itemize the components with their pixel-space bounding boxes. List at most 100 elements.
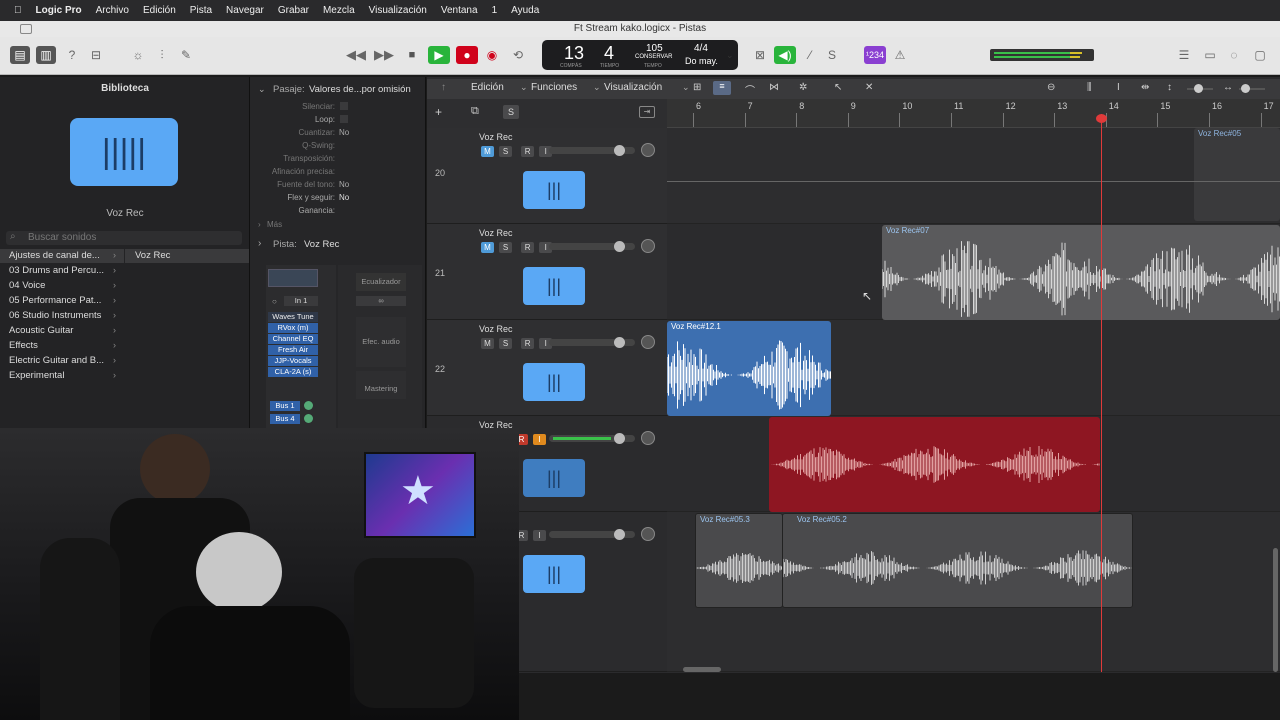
menu-view[interactable]: Visualización	[604, 82, 662, 93]
audio-region[interactable]: Voz Rec#12.1	[667, 321, 831, 416]
menu-edit[interactable]: Edición	[471, 82, 504, 93]
vertical-zoom-icon[interactable]: I	[1117, 82, 1120, 93]
input-format-icon[interactable]: ○	[272, 297, 277, 306]
mastering-slot[interactable]: Mastering	[356, 371, 406, 399]
pan-knob[interactable]	[641, 143, 655, 157]
menu-grabar[interactable]: Grabar	[278, 5, 309, 16]
tuner-icon[interactable]: ⁄	[800, 46, 820, 64]
toolbar-icon[interactable]: ⊟	[86, 46, 106, 64]
link-icon[interactable]: ∞	[356, 296, 406, 306]
solo-icon[interactable]: S	[822, 46, 842, 64]
record-icon[interactable]: ●	[456, 46, 478, 64]
plugin-slot[interactable]: Waves Tune	[268, 312, 318, 322]
global-solo-icon[interactable]: S	[503, 105, 519, 119]
track-icon[interactable]: |||	[523, 459, 585, 497]
track-lane[interactable]	[667, 128, 1280, 224]
track-name[interactable]: Voz Rec	[479, 228, 513, 238]
plugin-slot[interactable]: Channel EQ	[268, 334, 318, 344]
input-monitor-button[interactable]: I	[533, 434, 547, 445]
library-category[interactable]: 05 Performance Pat...	[9, 295, 101, 306]
menu-mezcla[interactable]: Mezcla	[323, 5, 355, 16]
more-chevron-icon[interactable]: ›	[258, 220, 261, 229]
send-knob[interactable]	[304, 414, 313, 423]
plugin-slot[interactable]: JJP-Vocals	[268, 356, 318, 366]
send-slot[interactable]: Bus 4	[270, 414, 300, 424]
send-knob[interactable]	[304, 401, 313, 410]
loop-browser-icon[interactable]: ◌	[1224, 46, 1244, 64]
catch-icon[interactable]: ✲	[799, 82, 807, 93]
metronome-icon[interactable]: ◀)	[774, 46, 796, 64]
library-search[interactable]: ⌕ Buscar sonidos	[6, 231, 242, 245]
replace-record-icon[interactable]: ◉	[482, 46, 502, 64]
stop-icon[interactable]: ■	[402, 46, 422, 64]
note-pad-icon[interactable]: ▭	[1200, 46, 1220, 64]
quantize-value[interactable]: No	[339, 128, 349, 137]
pan-knob[interactable]	[641, 431, 655, 445]
plugin-slot[interactable]: Fresh Air	[268, 345, 318, 355]
menu-functions[interactable]: Funciones	[531, 82, 577, 93]
vertical-zoom-knob[interactable]	[1194, 84, 1203, 93]
flex-value[interactable]: No	[339, 193, 349, 202]
count-in-icon[interactable]: ¹234	[864, 46, 886, 64]
rewind-icon[interactable]: ◀◀	[346, 46, 366, 64]
volume-knob[interactable]	[614, 529, 625, 540]
audio-region[interactable]: Voz Rec#05.2	[782, 513, 1133, 608]
editors-icon[interactable]: ✎	[176, 46, 196, 64]
audio-fx-slot[interactable]: Efec. audio	[356, 317, 406, 367]
catch-playhead-icon[interactable]: ⇥	[639, 106, 655, 118]
loop-checkbox[interactable]	[340, 115, 348, 123]
audio-region[interactable]: Voz Rec#05	[1194, 128, 1280, 221]
browser-icon[interactable]: ▢	[1250, 46, 1270, 64]
menu-app[interactable]: Logic Pro	[36, 5, 82, 16]
smart-controls-icon[interactable]: ☼	[128, 46, 148, 64]
volume-knob[interactable]	[614, 433, 625, 444]
mute-checkbox[interactable]	[340, 102, 348, 110]
more-label[interactable]: Más	[267, 220, 282, 229]
list-icon[interactable]: ☰	[1174, 46, 1194, 64]
waveform-zoom-icon[interactable]: ⫼	[1087, 82, 1092, 93]
horizontal-zoom-icon[interactable]: ⇹	[1141, 82, 1149, 93]
track-icon[interactable]: |||	[523, 555, 585, 593]
track-header[interactable]: 20 Voz Rec M S R I |||	[427, 128, 667, 224]
inspector-icon[interactable]: ▥	[36, 46, 56, 64]
mixer-icon[interactable]: ⫶	[152, 46, 172, 64]
disclosure-down-icon[interactable]: ⌄	[258, 84, 266, 95]
automation-icon[interactable]: ⌒	[745, 82, 755, 97]
list-editor-icon[interactable]: ⊠	[750, 46, 770, 64]
volume-knob[interactable]	[614, 145, 625, 156]
play-icon[interactable]: ▶	[428, 46, 450, 64]
audio-region[interactable]: Voz Rec#05.3	[695, 513, 783, 608]
library-category[interactable]: 06 Studio Instruments	[9, 310, 101, 321]
track-icon[interactable]: |||	[523, 171, 585, 209]
menu-edicion[interactable]: Edición	[143, 5, 176, 16]
marquee-tool-icon[interactable]: ✕	[865, 82, 873, 93]
horizontal-scrollbar[interactable]	[683, 667, 721, 672]
cycle-icon[interactable]: ⟲	[508, 46, 528, 64]
back-icon[interactable]: ↑	[441, 82, 446, 93]
library-category[interactable]: Effects	[9, 340, 38, 351]
track-icon[interactable]: |||	[523, 363, 585, 401]
flex-icon[interactable]: ⋈	[769, 82, 779, 93]
menu-1[interactable]: 1	[492, 5, 498, 16]
menu-navegar[interactable]: Navegar	[226, 5, 264, 16]
pan-knob[interactable]	[641, 527, 655, 541]
solo-button[interactable]: S	[499, 146, 513, 157]
plugin-slot[interactable]: CLA-2A (s)	[268, 367, 318, 377]
mute-button[interactable]: M	[481, 146, 494, 157]
pitch-source-value[interactable]: No	[339, 180, 349, 189]
menu-pista[interactable]: Pista	[190, 5, 212, 16]
add-track-icon[interactable]: +	[435, 105, 442, 119]
pan-knob[interactable]	[641, 335, 655, 349]
library-category[interactable]: Acoustic Guitar	[9, 325, 73, 336]
plugin-slot[interactable]: RVox (m)	[268, 323, 318, 333]
horizontal-arrows-icon[interactable]: ↔	[1223, 82, 1233, 93]
horizontal-zoom-knob[interactable]	[1241, 84, 1250, 93]
eq-slot[interactable]: Ecualizador	[356, 273, 406, 291]
vertical-arrows-icon[interactable]: ↕	[1167, 82, 1172, 93]
volume-knob[interactable]	[614, 241, 625, 252]
track-disclosure-icon[interactable]: ›	[258, 238, 261, 249]
help-icon[interactable]: ?	[62, 46, 82, 64]
volume-knob[interactable]	[614, 337, 625, 348]
record-enable-button[interactable]: R	[521, 146, 535, 157]
solo-button[interactable]: S	[499, 338, 513, 349]
